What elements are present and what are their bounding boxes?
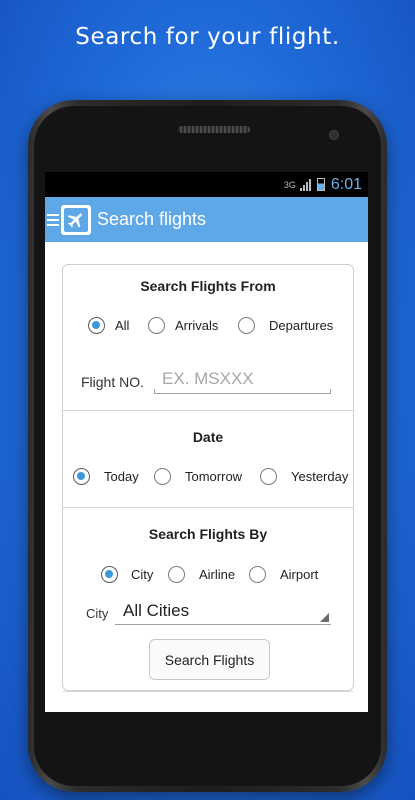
radio-departures[interactable]: Departures xyxy=(238,317,333,334)
airplane-icon[interactable] xyxy=(61,204,91,235)
radio-label: Yesterday xyxy=(291,469,349,484)
date-title: Date xyxy=(192,429,224,445)
city-label: City xyxy=(86,606,109,621)
search-flights-button[interactable]: Search Flights xyxy=(149,639,270,680)
flight-no-input[interactable]: EX. MSXXX xyxy=(154,368,331,394)
radio-button[interactable] xyxy=(238,317,255,334)
search-from-title: Search Flights From xyxy=(140,278,276,294)
search-by-title: Search Flights By xyxy=(148,526,268,542)
radio-all[interactable]: All xyxy=(88,317,129,334)
radio-label: Tomorrow xyxy=(185,469,243,484)
date-section: Date Today Tomorrow Yesterday xyxy=(63,411,353,508)
city-dropdown[interactable]: All Cities xyxy=(115,601,331,625)
city-selected-value: All Cities xyxy=(123,601,190,620)
app-screen: 3G 6:01 Search flights Search Flights Fr… xyxy=(45,172,368,712)
radio-label: Arrivals xyxy=(175,318,219,333)
search-from-section: Search Flights From All Arrivals Departu… xyxy=(63,265,353,411)
radio-button[interactable] xyxy=(168,566,185,583)
radio-arrivals[interactable]: Arrivals xyxy=(148,317,218,334)
search-form-card: Search Flights From All Arrivals Departu… xyxy=(62,264,354,692)
front-camera xyxy=(329,130,339,140)
status-bar: 3G 6:01 xyxy=(45,172,368,197)
radio-airport[interactable]: Airport xyxy=(249,566,318,583)
network-type: 3G xyxy=(283,179,296,190)
radio-label: Departures xyxy=(269,318,334,333)
menu-icon[interactable] xyxy=(47,213,59,226)
radio-button-selected[interactable] xyxy=(73,468,90,485)
signal-icon xyxy=(299,178,311,191)
radio-label: Today xyxy=(104,469,139,484)
radio-button[interactable] xyxy=(249,566,266,583)
promo-headline: Search for your flight. xyxy=(75,24,340,50)
radio-label: Airport xyxy=(280,567,319,582)
action-bar: Search flights xyxy=(45,197,368,242)
radio-yesterday[interactable]: Yesterday xyxy=(260,468,348,485)
radio-button[interactable] xyxy=(148,317,165,334)
radio-tomorrow[interactable]: Tomorrow xyxy=(154,468,242,485)
radio-label: All xyxy=(115,318,130,333)
radio-today[interactable]: Today xyxy=(73,468,139,485)
dropdown-arrow-icon xyxy=(320,613,329,622)
flight-no-label: Flight NO. xyxy=(81,374,145,390)
radio-button[interactable] xyxy=(154,468,171,485)
radio-city[interactable]: City xyxy=(101,566,153,583)
radio-label: City xyxy=(131,567,154,582)
screen-title: Search flights xyxy=(97,209,207,229)
radio-button[interactable] xyxy=(260,468,277,485)
battery-icon xyxy=(316,178,325,191)
speaker-grille xyxy=(178,126,250,133)
radio-label: Airline xyxy=(199,567,236,582)
radio-button-selected[interactable] xyxy=(88,317,105,334)
status-time: 6:01 xyxy=(330,175,362,193)
radio-airline[interactable]: Airline xyxy=(168,566,235,583)
radio-button-selected[interactable] xyxy=(101,566,118,583)
